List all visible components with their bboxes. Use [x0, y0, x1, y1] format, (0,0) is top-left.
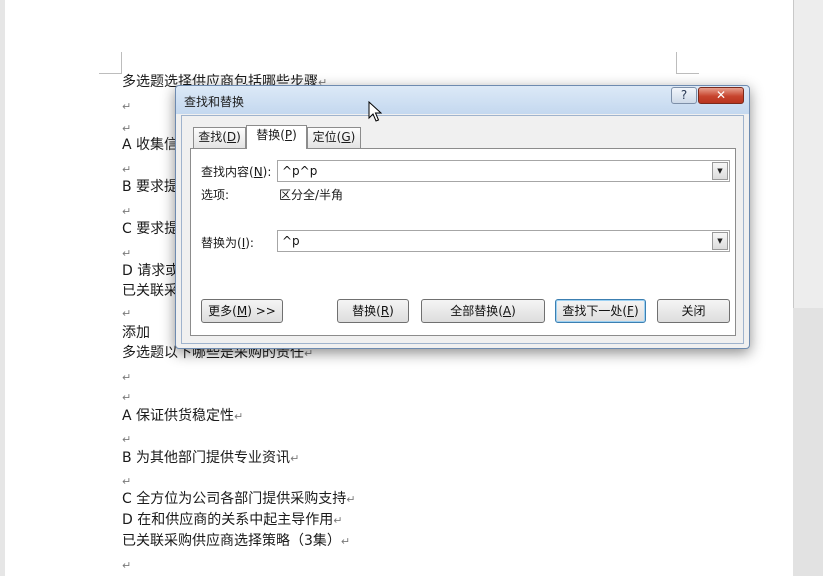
paragraph-mark-icon: ↵	[122, 307, 132, 320]
document-line[interactable]: ↵	[122, 431, 131, 448]
close-button[interactable]: 关闭	[657, 299, 730, 323]
crop-mark	[676, 52, 677, 74]
document-line[interactable]: ↵	[122, 203, 131, 220]
dialog-client: 查找(D) 替换(P) 定位(G) 查找内容(N): ^p^p ▼ 选项: 区分…	[181, 115, 744, 344]
tab-goto[interactable]: 定位(G)	[307, 127, 361, 148]
line-text: D 在和供应商的关系中起主导作用	[122, 512, 334, 528]
crop-mark	[99, 73, 122, 74]
paragraph-mark-icon: ↵	[122, 100, 132, 113]
document-line[interactable]: A 保证供货稳定性↵	[122, 408, 243, 425]
replace-button[interactable]: 替换(R)	[337, 299, 409, 323]
replace-combo[interactable]: ^p ▼	[277, 230, 730, 252]
line-text: D 请求或	[122, 263, 180, 279]
document-line[interactable]: D 在和供应商的关系中起主导作用↵	[122, 512, 342, 529]
line-text: 添加	[122, 325, 150, 341]
document-line[interactable]: ↵	[122, 557, 131, 574]
document-line[interactable]: ↵	[122, 98, 131, 115]
page-margin-left	[0, 0, 5, 576]
find-replace-dialog: 查找和替换 ? ✕ 查找(D) 替换(P) 定位(G) 查找内容(N): ^p^…	[175, 85, 750, 349]
document-line[interactable]: ↵	[122, 120, 131, 137]
document-line[interactable]: 添加	[122, 325, 150, 341]
paragraph-mark-icon: ↵	[122, 122, 132, 135]
document-line[interactable]: B 要求提	[122, 179, 178, 195]
document-line[interactable]: ↵	[122, 389, 131, 406]
find-input[interactable]: ^p^p	[282, 164, 317, 178]
page-gap	[793, 308, 823, 576]
document-line[interactable]: ↵	[122, 369, 131, 386]
paragraph-mark-icon: ↵	[122, 475, 132, 488]
replace-label: 替换为(I):	[201, 236, 254, 250]
document-line[interactable]: C 要求提	[122, 221, 178, 237]
replace-input[interactable]: ^p	[282, 234, 300, 248]
document-line[interactable]: ↵	[122, 245, 131, 262]
line-text: 已关联采购供应商选择策略（3集）	[122, 533, 341, 549]
find-next-button[interactable]: 查找下一处(F)	[555, 299, 646, 323]
document-line[interactable]: B 为其他部门提供专业资讯↵	[122, 450, 299, 467]
find-combo[interactable]: ^p^p ▼	[277, 160, 730, 182]
paragraph-mark-icon: ↵	[333, 514, 343, 527]
paragraph-mark-icon: ↵	[290, 452, 300, 465]
paragraph-mark-icon: ↵	[234, 410, 244, 423]
paragraph-mark-icon: ↵	[346, 493, 356, 506]
find-label: 查找内容(N):	[201, 165, 272, 179]
title-bar[interactable]: 查找和替换 ? ✕	[176, 86, 749, 114]
line-text: B 要求提	[122, 179, 179, 195]
document-line[interactable]: A 收集信	[122, 137, 178, 153]
more-button[interactable]: 更多(M) >>	[201, 299, 283, 323]
document-line[interactable]: D 请求或	[122, 263, 179, 279]
replace-tab-panel: 查找内容(N): ^p^p ▼ 选项: 区分全/半角 替换为(I): ^p ▼ …	[190, 148, 736, 336]
line-text: 已关联采	[122, 283, 178, 299]
replace-dropdown-button[interactable]: ▼	[712, 232, 728, 250]
mouse-pointer-icon	[368, 101, 382, 122]
paragraph-mark-icon: ↵	[122, 163, 132, 176]
tab-replace[interactable]: 替换(P)	[246, 125, 307, 149]
line-text: B 为其他部门提供专业资讯	[122, 450, 291, 466]
line-text: C 全方位为公司各部门提供采购支持	[122, 491, 347, 507]
paragraph-mark-icon: ↵	[340, 535, 351, 548]
document-line[interactable]: ↵	[122, 161, 131, 178]
document-line[interactable]: C 全方位为公司各部门提供采购支持↵	[122, 491, 355, 508]
chevron-down-icon: ▼	[717, 167, 723, 175]
document-line[interactable]: ↵	[122, 305, 131, 322]
help-button[interactable]: ?	[671, 87, 697, 104]
replace-all-button[interactable]: 全部替换(A)	[421, 299, 545, 323]
dialog-title: 查找和替换	[184, 95, 245, 109]
document-line[interactable]: ↵	[122, 473, 131, 490]
close-window-button[interactable]: ✕	[698, 87, 744, 104]
document-line[interactable]: 已关联采	[122, 283, 178, 299]
paragraph-mark-icon: ↵	[122, 371, 132, 384]
paragraph-mark-icon: ↵	[122, 205, 132, 218]
document-line[interactable]: 已关联采购供应商选择策略（3集）↵	[122, 533, 350, 550]
tab-find[interactable]: 查找(D)	[193, 127, 246, 148]
crop-mark	[676, 73, 699, 74]
options-label: 选项:	[201, 188, 230, 202]
line-text: A 收集信	[122, 137, 179, 153]
options-value: 区分全/半角	[279, 188, 344, 202]
close-icon: ✕	[715, 88, 727, 102]
line-text: A 保证供货稳定性	[122, 408, 235, 424]
paragraph-mark-icon: ↵	[122, 559, 132, 572]
paragraph-mark-icon: ↵	[122, 391, 132, 404]
paragraph-mark-icon: ↵	[122, 433, 132, 446]
find-dropdown-button[interactable]: ▼	[712, 162, 728, 180]
chevron-down-icon: ▼	[717, 237, 723, 245]
crop-mark	[121, 52, 122, 74]
help-icon: ?	[680, 88, 688, 102]
paragraph-mark-icon: ↵	[122, 247, 132, 260]
line-text: C 要求提	[122, 221, 179, 237]
